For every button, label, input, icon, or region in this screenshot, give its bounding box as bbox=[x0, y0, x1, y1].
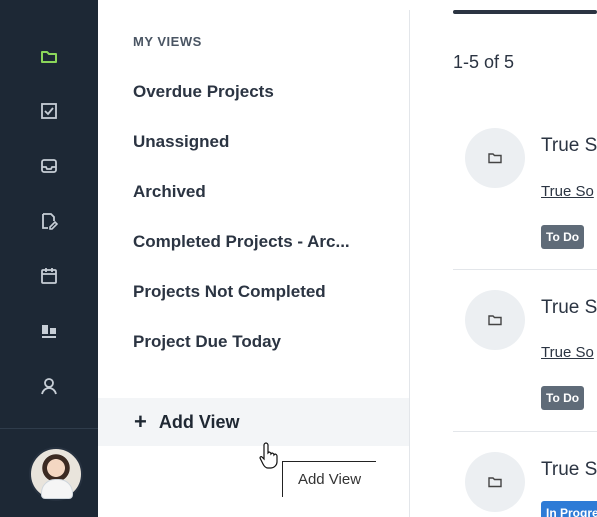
top-bar bbox=[453, 10, 597, 14]
inbox-icon[interactable] bbox=[38, 155, 60, 177]
project-folder-icon bbox=[465, 290, 525, 350]
add-view-label: Add View bbox=[158, 411, 240, 432]
left-rail bbox=[0, 0, 98, 517]
project-folder-icon bbox=[465, 452, 525, 512]
avatar[interactable] bbox=[29, 447, 83, 501]
view-item-completed-projects[interactable]: Completed Projects - Arc... bbox=[133, 232, 350, 252]
project-folder-icon bbox=[465, 128, 525, 188]
view-item-unassigned[interactable]: Unassigned bbox=[133, 132, 229, 152]
view-item-projects-not-completed[interactable]: Projects Not Completed bbox=[133, 282, 326, 302]
plus-icon: + bbox=[134, 409, 147, 434]
rail-divider bbox=[0, 428, 98, 429]
user-icon[interactable] bbox=[38, 375, 60, 397]
hand-cursor-icon bbox=[259, 442, 278, 469]
views-header: MY VIEWS bbox=[133, 34, 202, 49]
document-edit-icon[interactable] bbox=[38, 210, 60, 232]
card-divider bbox=[453, 431, 597, 432]
card-subtitle-link[interactable]: True So bbox=[541, 183, 594, 200]
card-divider bbox=[453, 269, 597, 270]
folder-icon[interactable] bbox=[38, 46, 60, 68]
card-title[interactable]: True So bbox=[541, 297, 597, 319]
card-title[interactable]: True So bbox=[541, 459, 597, 481]
result-count: 1-5 of 5 bbox=[453, 52, 515, 72]
views-panel: MY VIEWS Overdue Projects Unassigned Arc… bbox=[98, 10, 410, 517]
view-item-project-due-today[interactable]: Project Due Today bbox=[133, 332, 281, 352]
add-view-tooltip: Add View bbox=[282, 461, 376, 497]
view-item-archived[interactable]: Archived bbox=[133, 182, 206, 202]
status-badge: To Do bbox=[541, 386, 585, 410]
calendar-icon[interactable] bbox=[38, 265, 60, 287]
view-item-overdue-projects[interactable]: Overdue Projects bbox=[133, 82, 274, 102]
status-badge: To Do bbox=[541, 225, 585, 249]
add-view-button[interactable]: + Add View bbox=[98, 398, 409, 446]
checkbox-icon[interactable] bbox=[38, 100, 60, 122]
status-badge: In Progre bbox=[541, 501, 597, 517]
card-subtitle-link[interactable]: True So bbox=[541, 344, 594, 361]
board-icon[interactable] bbox=[38, 320, 60, 342]
card-title[interactable]: True So bbox=[541, 135, 597, 157]
